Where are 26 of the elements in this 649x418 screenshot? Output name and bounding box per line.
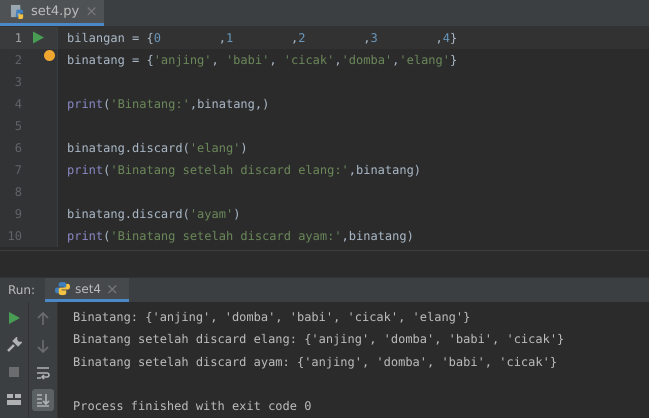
run-icon[interactable] <box>32 31 44 44</box>
run-label: Run: <box>8 283 36 298</box>
up-arrow-icon <box>35 310 51 327</box>
code-line: bilangan = {0 ,1 ,2 ,3 ,4} <box>67 30 458 45</box>
soft-wrap-icon <box>35 364 51 381</box>
code-line: print('Binatang setelah discard ayam:',binatang) <box>67 228 414 243</box>
python-icon <box>55 281 70 296</box>
code-line: print('Binatang:',binatang,) <box>67 96 270 111</box>
console-output-line: Binatang setelah discard elang: {'anjing', 'domba', 'babi', 'cicak'} <box>73 331 564 348</box>
console-output-line: Binatang setelah discard ayam: {'anjing', 'domba', 'babi', 'cicak'} <box>73 354 558 371</box>
python-file-icon <box>10 4 25 19</box>
file-tab[interactable]: set4.py × <box>0 0 104 26</box>
run-tab[interactable]: set4 × <box>45 278 129 302</box>
bulb-icon[interactable] <box>44 50 55 61</box>
wrench-icon[interactable] <box>6 336 22 353</box>
run-icon[interactable] <box>6 310 22 326</box>
scroll-to-end-icon <box>35 392 51 408</box>
console-output-line: Binatang: {'anjing', 'domba', 'babi', 'cicak', 'elang'} <box>73 308 472 326</box>
exit-message: Process finished with exit code 0 <box>73 398 312 416</box>
code-line: print('Binatang setelah discard elang:',binatang) <box>67 162 422 177</box>
code-line: binatang = {'anjing', 'babi', 'cicak','domba','elang'} <box>67 52 458 67</box>
code-line: binatang.discard('elang') <box>67 140 248 155</box>
down-arrow-icon <box>35 338 51 354</box>
toolbar-button[interactable] <box>32 388 54 411</box>
line-number: 1 <box>14 30 22 45</box>
code-line: binatang.discard('ayam') <box>67 206 240 221</box>
